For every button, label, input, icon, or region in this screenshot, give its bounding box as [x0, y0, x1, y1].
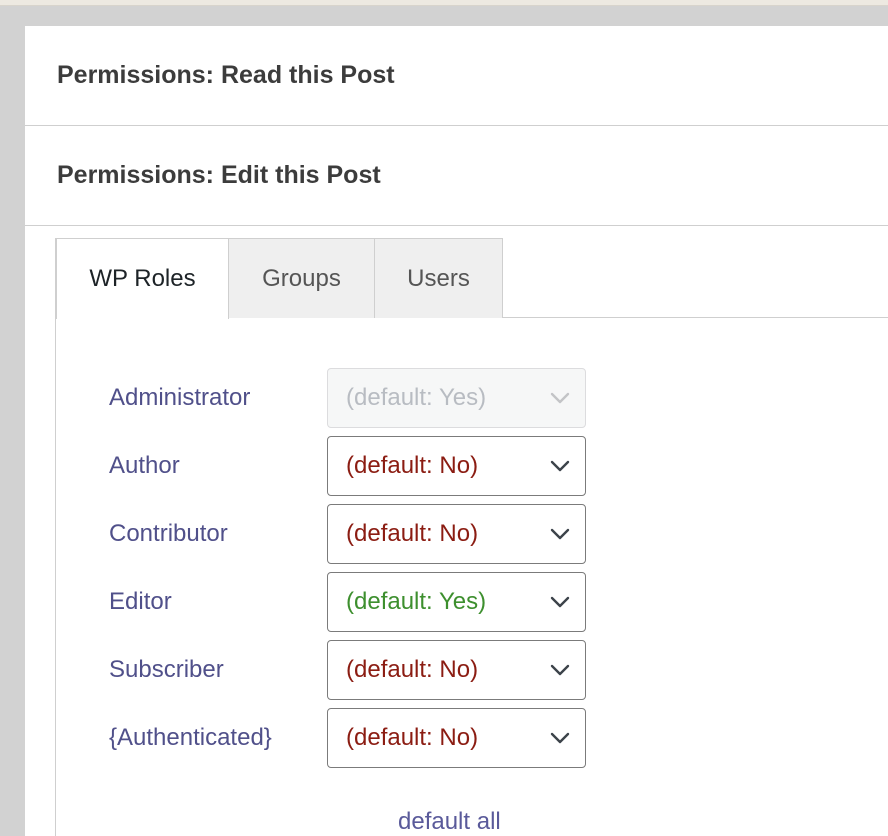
role-label: {Authenticated}	[109, 724, 272, 751]
chevron-down-icon	[550, 392, 570, 404]
role-label: Subscriber	[109, 656, 224, 683]
role-label: Administrator	[109, 384, 251, 411]
contributor-permission-select[interactable]: (default: No)	[327, 504, 586, 564]
editor-permission-select[interactable]: (default: Yes)	[327, 572, 586, 632]
chevron-down-icon	[550, 732, 570, 744]
post-permissions-panel: Permissions: Read this Post Permissions:…	[25, 26, 888, 836]
role-label: Editor	[109, 588, 172, 615]
select-value: (default: No)	[346, 520, 479, 547]
authenticated-permission-select[interactable]: (default: No)	[327, 708, 586, 768]
tab-label: Users	[407, 264, 470, 292]
tab-wp-roles[interactable]: WP Roles	[56, 238, 229, 319]
role-row-editor: Editor (default: Yes)	[56, 572, 756, 632]
chevron-down-icon	[550, 460, 570, 472]
chevron-down-icon	[550, 596, 570, 608]
role-row-author: Author (default: No)	[56, 436, 756, 496]
chevron-down-icon	[550, 528, 570, 540]
tab-users[interactable]: Users	[374, 238, 503, 318]
role-row-contributor: Contributor (default: No)	[56, 504, 756, 564]
role-label: Contributor	[109, 520, 228, 547]
select-value: (default: No)	[346, 452, 479, 479]
tab-label: WP Roles	[89, 265, 196, 292]
chevron-down-icon	[550, 664, 570, 676]
role-row-subscriber: Subscriber (default: No)	[56, 640, 756, 700]
edit-permissions-header[interactable]: Permissions: Edit this Post	[25, 126, 888, 226]
subscriber-permission-select[interactable]: (default: No)	[327, 640, 586, 700]
select-value: (default: No)	[346, 656, 479, 683]
permissions-tabs: WP Roles Groups Users	[56, 238, 888, 319]
window-top-strip	[0, 0, 888, 6]
role-label: Author	[109, 452, 180, 479]
default-all-link[interactable]: default all	[398, 808, 501, 836]
select-value: (default: No)	[346, 724, 479, 751]
role-row-administrator: Administrator (default: Yes)	[56, 368, 756, 428]
edit-permissions-editor: WP Roles Groups Users Administrator (def…	[55, 238, 888, 836]
tab-label: Groups	[262, 264, 341, 292]
administrator-permission-select: (default: Yes)	[327, 368, 586, 428]
select-value: (default: Yes)	[346, 588, 487, 615]
edit-permissions-title: Permissions: Edit this Post	[57, 161, 381, 189]
read-permissions-header[interactable]: Permissions: Read this Post	[25, 26, 888, 126]
role-row-authenticated: {Authenticated} (default: No)	[56, 708, 756, 768]
select-value: (default: Yes)	[346, 384, 487, 411]
read-permissions-title: Permissions: Read this Post	[57, 61, 395, 89]
tab-groups[interactable]: Groups	[228, 238, 375, 318]
author-permission-select[interactable]: (default: No)	[327, 436, 586, 496]
